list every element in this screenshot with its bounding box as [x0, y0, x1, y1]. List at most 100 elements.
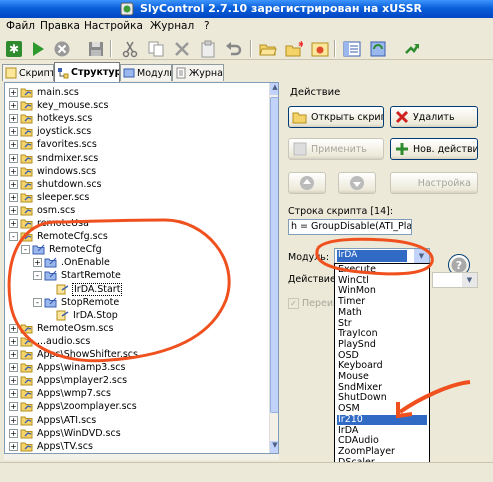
new-action-button[interactable]: Нов. действие... [390, 138, 478, 160]
configure-button[interactable]: Настройка [390, 172, 478, 194]
dropdown-option[interactable]: Ir210 [337, 414, 427, 426]
tree-item[interactable]: + key_mouse.scs [9, 99, 109, 112]
save-icon[interactable] [86, 39, 106, 59]
collapse-icon[interactable]: - [9, 232, 18, 242]
expand-icon[interactable]: + [9, 323, 18, 333]
move-up-button[interactable] [288, 172, 326, 194]
dropdown-option[interactable]: ZoomPlayer [337, 446, 427, 458]
script-line-field[interactable]: h = GroupDisable(ATI_Player) [288, 219, 412, 235]
expand-icon[interactable]: + [9, 219, 18, 228]
open-folder-icon[interactable] [258, 39, 278, 59]
tree-item[interactable]: + hotkeys.scs [9, 112, 93, 125]
tree-item[interactable]: IrDA.Stop [45, 309, 119, 322]
new-folder-icon[interactable]: ✱ [284, 39, 304, 59]
settings-icon[interactable]: ✱ [4, 39, 24, 59]
dropdown-option[interactable]: Math [337, 307, 427, 319]
undo-icon[interactable] [224, 39, 244, 59]
tree-item[interactable]: - StartRemote [33, 269, 122, 282]
module-select[interactable]: IrDA ▼ [334, 248, 430, 264]
tree-item[interactable]: + Apps\winamp3.scs [9, 361, 126, 374]
refresh-icon[interactable] [368, 39, 388, 59]
delete-button[interactable]: Удалить [390, 106, 478, 128]
collapse-icon[interactable]: - [21, 245, 30, 255]
delete-icon[interactable] [172, 39, 192, 59]
collapse-icon[interactable]: - [33, 271, 42, 281]
tab-modules[interactable]: Модули [120, 64, 172, 81]
tree-item[interactable]: + Apps\zoomplayer.scs [9, 400, 138, 413]
scroll-down-icon[interactable]: ▼ [270, 441, 278, 453]
tab-structure[interactable]: Структура [54, 62, 120, 82]
copy-icon[interactable] [146, 39, 166, 59]
tab-script[interactable]: Скрипт [2, 64, 54, 81]
tree-item[interactable]: + osm.scs [9, 204, 76, 217]
expand-icon[interactable]: + [9, 153, 18, 163]
chevron-down-icon[interactable]: ▼ [414, 249, 429, 263]
tree-item[interactable]: + Apps\ATI.scs [9, 414, 97, 427]
expand-icon[interactable]: + [9, 363, 18, 373]
expand-icon[interactable]: + [9, 88, 18, 97]
dropdown-option[interactable]: PlaySnd [337, 339, 427, 351]
expand-icon[interactable]: + [9, 389, 18, 399]
action-select[interactable]: ▼ [432, 272, 478, 288]
chevron-down-icon[interactable]: ▼ [462, 273, 477, 287]
paste-icon[interactable] [198, 39, 218, 59]
scroll-thumb[interactable] [270, 97, 278, 413]
tree-item[interactable]: + shutdown.scs [9, 178, 103, 191]
tree-item[interactable]: + .OnEnable [33, 256, 111, 269]
scroll-up-icon[interactable]: ▲ [270, 83, 278, 95]
expand-icon[interactable]: + [9, 441, 18, 451]
move-down-button[interactable] [338, 172, 376, 194]
expand-icon[interactable]: + [9, 179, 18, 189]
tree-item[interactable]: + windows.scs [9, 165, 97, 178]
tree-item[interactable]: + joystick.scs [9, 125, 92, 138]
expand-icon[interactable]: + [9, 166, 18, 176]
tree-horizontal-scrollbar[interactable] [4, 454, 279, 460]
expand-icon[interactable]: + [9, 101, 18, 111]
tree-item[interactable]: + RemoteOsm.scs [9, 322, 114, 335]
expand-icon[interactable]: + [9, 415, 18, 425]
dropdown-option[interactable]: Mouse [337, 371, 427, 383]
menu-edit[interactable]: Правка [40, 20, 80, 32]
script-tree[interactable]: + main.scs + key_mouse.scs + hotkeys.scs + joys… [4, 82, 279, 454]
checkbox-icon[interactable]: ✓ [288, 298, 299, 309]
menu-settings[interactable]: Настройка [84, 20, 143, 32]
expand-icon[interactable]: + [9, 205, 18, 215]
tree-item[interactable]: IrDA.Start [45, 282, 123, 296]
tree-item[interactable]: - RemoteCfg.scs [9, 230, 109, 243]
properties-icon[interactable] [310, 39, 330, 59]
menu-file[interactable]: Файл [6, 20, 35, 32]
tree-item[interactable]: - RemoteCfg [21, 243, 103, 256]
collapse-icon[interactable]: - [33, 297, 42, 307]
tree-item[interactable]: + Apps\TV.scs [9, 440, 94, 453]
tree-item[interactable]: + ...audio.scs [9, 335, 91, 348]
expand-icon[interactable]: + [9, 127, 18, 137]
open-script-button[interactable]: Открыть скрипт... [288, 106, 384, 128]
tree-item[interactable]: + sleeper.scs [9, 191, 90, 204]
expand-icon[interactable]: + [9, 402, 18, 412]
tree-item[interactable]: + Apps\mplayer2.scs [9, 374, 128, 387]
apply-button[interactable]: Применить [288, 138, 384, 160]
tree-item[interactable]: + favorites.scs [9, 138, 98, 151]
tree-item[interactable]: - StopRemote [33, 296, 120, 309]
expand-icon[interactable]: + [9, 336, 18, 346]
tree-item[interactable]: + remoteUsa [9, 217, 90, 230]
tree-item[interactable]: + Apps\WinDVD.scs [9, 427, 122, 440]
tree-item[interactable]: + sndmixer.scs [9, 152, 99, 165]
arrow-icon[interactable] [402, 39, 422, 59]
dropdown-option[interactable]: Execute [337, 264, 427, 276]
tree-vertical-scrollbar[interactable]: ▲ ▼ [269, 83, 278, 453]
module-dropdown-list[interactable]: Execute WinCtl WinMon Timer Math Str TrayIcon P… [334, 263, 430, 480]
tab-journal[interactable]: Журнал [172, 64, 224, 81]
menu-journal[interactable]: Журнал [150, 20, 194, 32]
expand-icon[interactable]: + [9, 114, 18, 124]
cut-icon[interactable] [120, 39, 140, 59]
menu-help[interactable]: ? [204, 20, 210, 32]
tree-item[interactable]: + Apps\ShowShifter.scs [9, 348, 139, 361]
run-icon[interactable] [28, 39, 48, 59]
expand-icon[interactable]: + [9, 192, 18, 202]
expand-icon[interactable]: + [9, 350, 18, 359]
expand-icon[interactable]: + [9, 376, 18, 386]
expand-icon[interactable]: + [33, 258, 42, 268]
list-icon[interactable] [342, 39, 362, 59]
expand-icon[interactable]: + [9, 140, 18, 150]
